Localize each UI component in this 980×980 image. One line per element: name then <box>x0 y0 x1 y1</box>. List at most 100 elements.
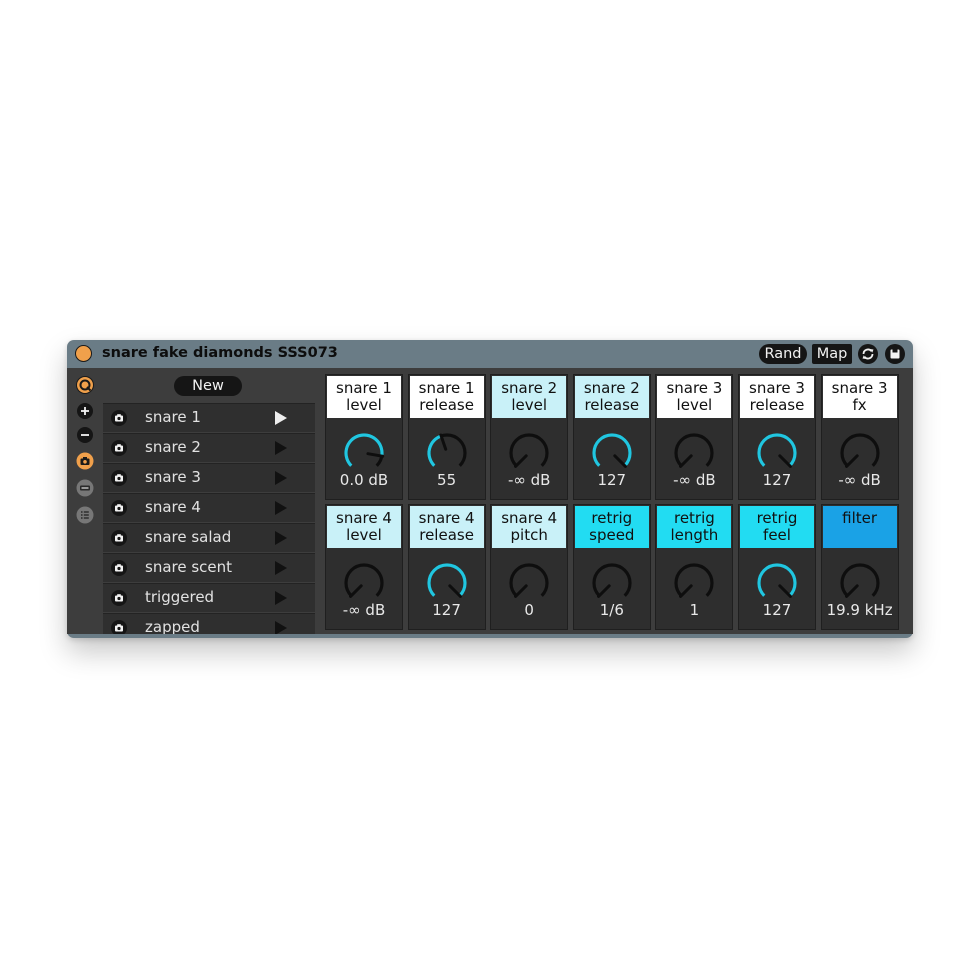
camera-icon[interactable] <box>111 410 127 426</box>
param-label-line: retrig <box>756 509 798 527</box>
knob-track <box>840 563 880 597</box>
sidebar <box>67 368 103 634</box>
param-knob[interactable] <box>423 559 471 607</box>
param-knob[interactable] <box>340 559 388 607</box>
camera-icon[interactable] <box>111 560 127 576</box>
param-label-line: level <box>346 396 382 414</box>
knob-pointer <box>514 454 528 468</box>
play-icon[interactable] <box>275 591 287 605</box>
knob-pointer <box>596 584 611 598</box>
param-knob[interactable] <box>588 559 636 607</box>
param-knob[interactable] <box>670 559 718 607</box>
loop-icon[interactable] <box>76 376 94 394</box>
preset-name: snare 2 <box>145 438 201 456</box>
param-knob[interactable] <box>836 429 884 477</box>
param-label[interactable]: retrig speed <box>574 506 649 548</box>
save-icon[interactable] <box>885 344 905 364</box>
preset-row[interactable]: snare scent <box>103 553 315 582</box>
param-knob[interactable] <box>836 559 884 607</box>
preset-row[interactable]: zapped <box>103 613 315 634</box>
param-label[interactable]: snare 3 level <box>657 376 732 418</box>
new-preset-button[interactable]: New <box>174 376 242 396</box>
preset-row[interactable]: triggered <box>103 583 315 612</box>
param-knob[interactable] <box>505 559 553 607</box>
param-label-line: release <box>584 396 640 414</box>
knob-track <box>509 433 549 467</box>
preset-list-area: New snare 1 snare 2 snare 3 snare 4 snare sa… <box>103 368 316 634</box>
param-value: -∞ dB <box>507 471 551 489</box>
play-icon[interactable] <box>275 411 287 425</box>
param-knob[interactable] <box>753 559 801 607</box>
preset-row[interactable]: snare salad <box>103 523 315 552</box>
camera-icon[interactable] <box>111 440 127 456</box>
knob-pointer <box>514 584 528 598</box>
title-bar: snare fake diamonds SSS073 Rand Map <box>67 340 913 368</box>
camera-icon[interactable] <box>76 452 94 470</box>
minus-icon[interactable] <box>76 426 94 444</box>
param-label[interactable]: snare 2 release <box>574 376 649 418</box>
param-label[interactable]: snare 1 release <box>409 376 484 418</box>
preset-row[interactable]: snare 3 <box>103 463 315 492</box>
param-label[interactable]: snare 4 release <box>409 506 484 548</box>
param-label[interactable]: snare 3 fx <box>822 376 897 418</box>
preset-name: zapped <box>145 618 200 634</box>
knob-track <box>674 563 714 597</box>
param-label[interactable]: filter <box>822 506 897 548</box>
play-icon[interactable] <box>275 561 287 575</box>
param-label-line: release <box>419 526 474 544</box>
camera-icon[interactable] <box>111 500 127 516</box>
preset-row[interactable]: snare 1 <box>103 403 315 432</box>
param-label[interactable]: snare 1 level <box>327 376 401 418</box>
device-power-button[interactable] <box>75 345 92 362</box>
param-label[interactable]: retrig feel <box>740 506 814 548</box>
rand-button[interactable]: Rand <box>759 344 807 364</box>
param-knob[interactable] <box>505 429 553 477</box>
remove-icon[interactable] <box>76 479 94 497</box>
preset-row[interactable]: snare 2 <box>103 433 315 462</box>
play-icon[interactable] <box>275 471 287 485</box>
param-knob[interactable] <box>423 429 471 477</box>
param-knob[interactable] <box>340 429 388 477</box>
play-icon[interactable] <box>275 531 287 545</box>
param-knob[interactable] <box>670 429 718 477</box>
device-panel: snare fake diamonds SSS073 Rand Map New … <box>67 340 913 638</box>
refresh-icon[interactable] <box>858 344 878 364</box>
map-button[interactable]: Map <box>812 344 852 364</box>
param-label-line: fx <box>852 396 867 414</box>
preset-name: snare salad <box>145 528 232 546</box>
param-value: -∞ dB <box>673 471 716 489</box>
parameter-grid: snare 1 level 0.0 dB snare 1 release 55 snare … <box>325 374 901 632</box>
param-cell: snare 3 release 127 <box>738 374 816 500</box>
play-icon[interactable] <box>275 621 287 634</box>
camera-icon[interactable] <box>111 470 127 486</box>
device-body: New snare 1 snare 2 snare 3 snare 4 snare sa… <box>67 368 913 634</box>
camera-icon[interactable] <box>111 620 127 634</box>
param-label-line: filter <box>842 509 878 527</box>
camera-icon[interactable] <box>111 530 127 546</box>
camera-icon[interactable] <box>111 590 127 606</box>
param-knob[interactable] <box>753 429 801 477</box>
param-label[interactable]: retrig length <box>657 506 732 548</box>
preset-row[interactable]: snare 4 <box>103 493 315 522</box>
param-label-line: snare 3 <box>749 379 805 397</box>
knob-pointer <box>679 584 694 598</box>
param-value: 55 <box>437 471 457 489</box>
param-label-line: snare 3 <box>831 379 888 397</box>
param-cell: retrig speed 1/6 <box>572 504 651 630</box>
plus-icon[interactable] <box>76 402 94 420</box>
knob-pointer <box>778 584 792 598</box>
param-label[interactable]: snare 3 release <box>740 376 814 418</box>
param-cell: snare 2 level -∞ dB <box>490 374 569 500</box>
list-icon[interactable] <box>76 506 94 524</box>
preset-name: triggered <box>145 588 215 606</box>
knob-pointer <box>613 454 627 468</box>
param-label[interactable]: snare 4 level <box>327 506 401 548</box>
play-icon[interactable] <box>275 501 287 515</box>
param-label[interactable]: snare 4 pitch <box>492 506 567 548</box>
play-icon[interactable] <box>275 441 287 455</box>
param-value: 0 <box>524 601 534 619</box>
param-label-line: snare 4 <box>336 509 392 527</box>
param-label[interactable]: snare 2 level <box>492 376 567 418</box>
param-value: 19.9 kHz <box>826 601 893 619</box>
param-knob[interactable] <box>588 429 636 477</box>
